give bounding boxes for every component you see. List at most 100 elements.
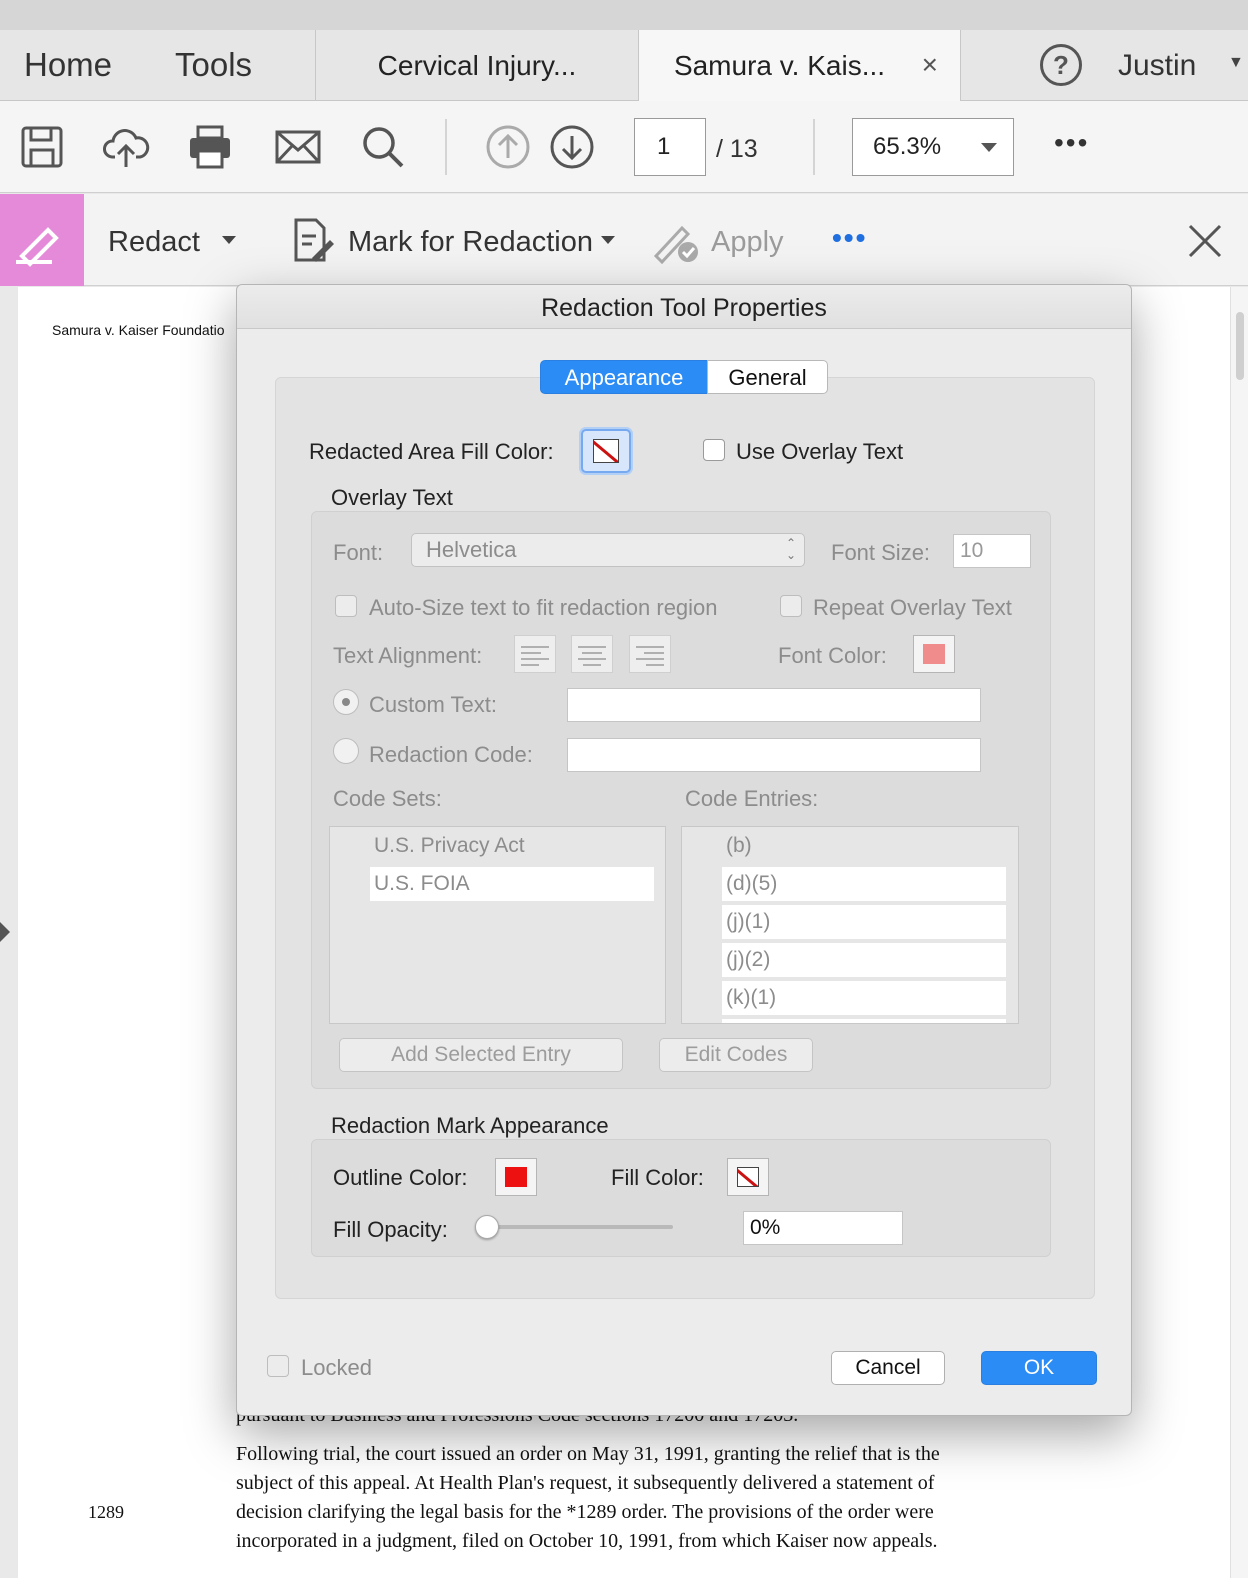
autosize-checkbox[interactable] [335, 595, 357, 617]
list-item[interactable]: U.S. Privacy Act [370, 829, 654, 863]
document-text-line: decision clarifying the legal basis for … [236, 1501, 934, 1523]
outline-color-swatch [505, 1167, 527, 1187]
fill-opacity-input[interactable]: 0% [743, 1211, 903, 1245]
align-right-icon[interactable] [629, 635, 671, 673]
mark-for-redaction-button[interactable]: Mark for Redaction [348, 194, 593, 286]
align-center-icon[interactable] [571, 635, 613, 673]
edit-codes-button[interactable]: Edit Codes [659, 1038, 813, 1072]
dialog-title: Redaction Tool Properties [237, 285, 1131, 329]
tab-home[interactable]: Home [24, 30, 112, 100]
list-item[interactable]: U.S. FOIA [370, 867, 654, 901]
custom-text-input[interactable] [567, 688, 981, 722]
apply-check-icon [653, 225, 698, 264]
close-icon[interactable] [1186, 222, 1224, 260]
font-size-label: Font Size: [831, 540, 931, 565]
custom-text-label: Custom Text: [369, 692, 497, 717]
page-total: / 13 [716, 135, 758, 163]
redact-tool-badge [0, 194, 84, 286]
ok-button[interactable]: OK [981, 1351, 1097, 1385]
chevron-down-icon[interactable] [601, 236, 615, 244]
list-item[interactable]: (d)(5) [722, 867, 1006, 901]
redaction-code-input[interactable] [567, 738, 981, 772]
window-titlebar [0, 0, 1248, 30]
redact-menu[interactable]: Redact [108, 194, 200, 286]
mark-redaction-icon[interactable] [292, 216, 336, 264]
cloud-upload-icon[interactable] [102, 123, 150, 171]
vertical-scrollbar[interactable] [1230, 287, 1248, 1578]
tab-label: Cervical Injury... [377, 49, 577, 81]
more-options-icon[interactable]: ••• [1054, 127, 1089, 159]
mark-fill-color-picker[interactable] [727, 1158, 769, 1196]
document-running-header: Samura v. Kaiser Foundatio [52, 322, 225, 338]
code-sets-list[interactable]: U.S. Privacy Act U.S. FOIA [329, 826, 666, 1024]
redact-pen-icon [16, 227, 59, 267]
add-selected-entry-button[interactable]: Add Selected Entry [339, 1038, 623, 1072]
tab-label: Samura v. Kais... [673, 49, 886, 81]
font-value: Helvetica [426, 537, 517, 562]
scrollbar-thumb[interactable] [1236, 312, 1244, 380]
toolbar-divider [813, 119, 815, 175]
search-icon[interactable] [358, 123, 406, 171]
main-toolbar: 1 / 13 65.3% ••• [0, 101, 1248, 193]
locked-checkbox[interactable] [267, 1355, 289, 1377]
tab-appearance[interactable]: Appearance [540, 360, 708, 394]
mail-icon[interactable] [274, 123, 322, 171]
close-tab-icon[interactable]: × [922, 50, 938, 80]
repeat-overlay-label: Repeat Overlay Text [813, 595, 1012, 620]
list-item[interactable]: (j)(1) [722, 905, 1006, 939]
tab-document-samura[interactable]: Samura v. Kais... × [638, 30, 961, 101]
outline-color-label: Outline Color: [333, 1165, 468, 1190]
document-text-line: subject of this appeal. At Health Plan's… [236, 1472, 935, 1494]
fill-opacity-label: Fill Opacity: [333, 1217, 448, 1242]
list-item[interactable]: (b) [722, 829, 1006, 863]
mark-appearance-title: Redaction Mark Appearance [331, 1113, 609, 1138]
side-panel-toggle-icon[interactable] [0, 922, 10, 942]
font-color-swatch [923, 644, 945, 664]
repeat-overlay-checkbox[interactable] [780, 595, 802, 617]
cancel-button[interactable]: Cancel [831, 1351, 945, 1385]
updown-stepper-icon: ⌃ ⌄ [785, 536, 796, 562]
page-up-icon[interactable] [484, 123, 532, 171]
fill-opacity-slider-handle[interactable] [475, 1215, 499, 1239]
code-entries-list[interactable]: (b) (d)(5) (j)(1) (j)(2) (k)(1) [681, 826, 1019, 1024]
tab-document-cervical[interactable]: Cervical Injury... [315, 30, 638, 101]
autosize-label: Auto-Size text to fit redaction region [369, 595, 718, 620]
page-number-input[interactable]: 1 [634, 118, 706, 176]
fill-color-label: Fill Color: [611, 1165, 704, 1190]
user-menu[interactable]: Justin [1118, 30, 1196, 101]
code-entries-label: Code Entries: [685, 786, 819, 811]
text-alignment-label: Text Alignment: [333, 643, 483, 668]
use-overlay-checkbox[interactable] [703, 439, 725, 461]
zoom-value: 65.3% [873, 133, 942, 160]
font-label: Font: [333, 540, 384, 565]
redaction-code-radio[interactable] [333, 738, 359, 764]
tab-general[interactable]: General [707, 360, 828, 394]
redaction-properties-dialog: Redaction Tool Properties Appearance Gen… [236, 284, 1132, 1416]
custom-text-radio[interactable] [333, 689, 359, 715]
fill-color-picker[interactable] [581, 429, 631, 473]
font-size-input[interactable]: 10 [953, 534, 1031, 568]
help-icon[interactable]: ? [1040, 44, 1082, 86]
outline-color-picker[interactable] [495, 1158, 537, 1196]
save-icon[interactable] [18, 123, 66, 171]
apply-button[interactable]: Apply [711, 194, 784, 286]
fill-opacity-slider[interactable] [483, 1225, 673, 1229]
tab-bar: Home Tools Cervical Injury... Samura v. … [0, 30, 1248, 101]
list-item[interactable]: (j)(2) [722, 943, 1006, 977]
chevron-down-icon[interactable]: ▼ [1228, 54, 1244, 72]
more-options-icon[interactable]: ••• [832, 222, 867, 254]
zoom-select[interactable]: 65.3% [852, 118, 1014, 176]
no-fill-swatch-icon [593, 439, 619, 463]
chevron-down-icon [981, 143, 997, 152]
document-text-line: incorporated in a judgment, filed on Oct… [236, 1530, 938, 1552]
page-down-icon[interactable] [548, 123, 596, 171]
font-select[interactable]: Helvetica ⌃ ⌄ [411, 533, 805, 567]
align-left-icon[interactable] [514, 635, 556, 673]
print-icon[interactable] [186, 123, 234, 171]
redaction-code-label: Redaction Code: [369, 742, 533, 767]
list-item[interactable]: (k)(1) [722, 981, 1006, 1015]
document-text-line: Following trial, the court issued an ord… [236, 1443, 940, 1465]
font-color-picker[interactable] [913, 635, 955, 673]
tab-tools[interactable]: Tools [175, 30, 252, 100]
chevron-down-icon[interactable] [222, 236, 236, 244]
